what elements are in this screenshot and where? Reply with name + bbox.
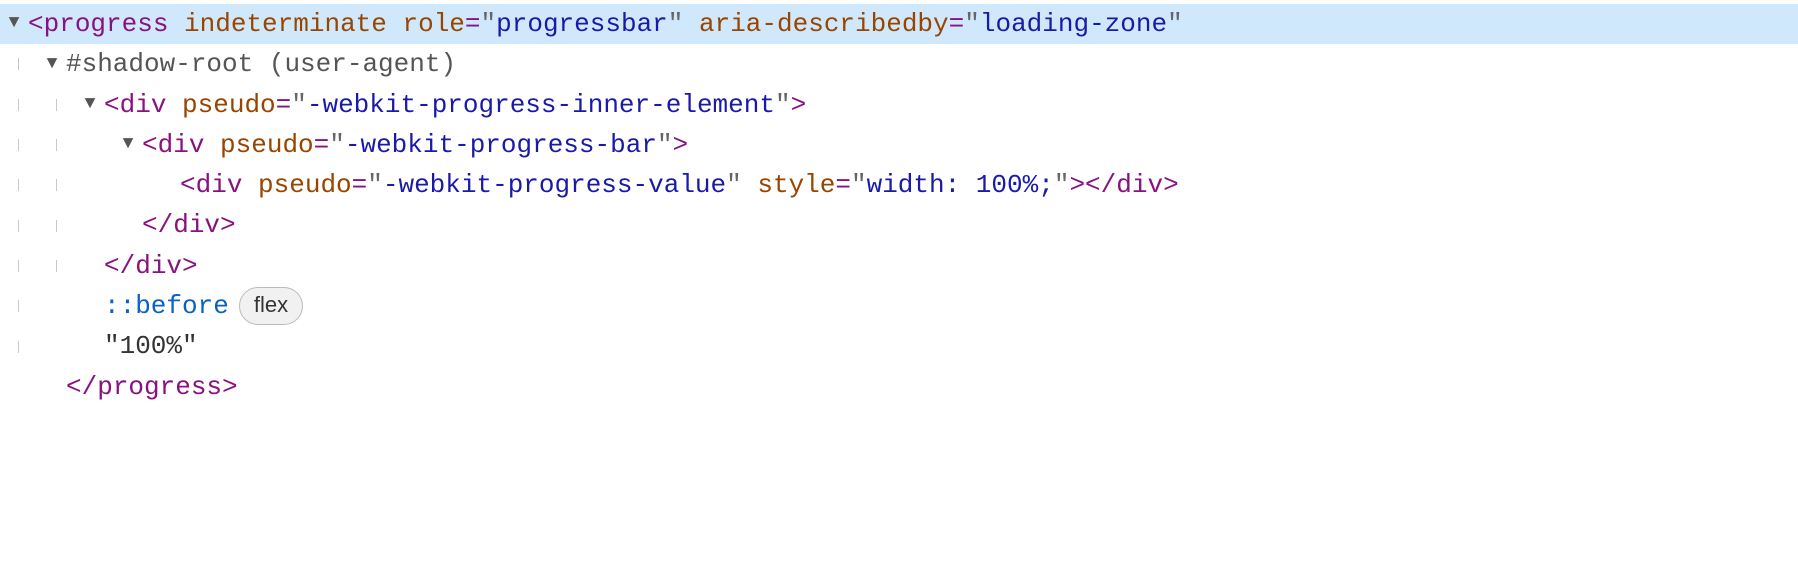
dom-tree: ▼ <progress indeterminate role="progress… [0, 0, 1798, 407]
node-html: </progress> [66, 367, 238, 407]
expand-toggle-icon[interactable]: ▼ [114, 131, 142, 159]
tree-row-div-progress-bar[interactable]: ▼ <div pseudo="-webkit-progress-bar"> [0, 125, 1798, 165]
node-html: <div pseudo="-webkit-progress-bar"> [142, 125, 688, 165]
node-html: <div pseudo="-webkit-progress-value" sty… [180, 165, 1179, 205]
expand-toggle-icon[interactable]: ▼ [38, 51, 66, 79]
display-badge: flex [239, 287, 303, 325]
node-html: <div pseudo="-webkit-progress-inner-elem… [104, 85, 806, 125]
tree-row-progress-close[interactable]: </progress> [0, 367, 1798, 407]
tree-row-div-progress-value[interactable]: <div pseudo="-webkit-progress-value" sty… [0, 165, 1798, 205]
expand-toggle-icon[interactable]: ▼ [0, 10, 28, 38]
node-html: </div> [104, 246, 198, 286]
tree-row-div-inner-element[interactable]: ▼ <div pseudo="-webkit-progress-inner-el… [0, 85, 1798, 125]
node-html: </div> [142, 205, 236, 245]
tree-row-shadow-root[interactable]: ▼ #shadow-root (user-agent) [0, 44, 1798, 84]
node-html: <progress indeterminate role="progressba… [28, 4, 1183, 44]
tree-row-close-div-1[interactable]: </div> [0, 205, 1798, 245]
pseudo-before-label: ::before [104, 286, 229, 326]
expand-toggle-icon[interactable]: ▼ [76, 91, 104, 119]
tree-row-text-node[interactable]: "100%" [0, 326, 1798, 366]
shadow-root-label: #shadow-root (user-agent) [66, 44, 456, 84]
tree-row-pseudo-before[interactable]: ::before flex [0, 286, 1798, 326]
tree-row-progress-open[interactable]: ▼ <progress indeterminate role="progress… [0, 4, 1798, 44]
tree-row-close-div-2[interactable]: </div> [0, 246, 1798, 286]
text-node-value: "100%" [104, 326, 198, 366]
